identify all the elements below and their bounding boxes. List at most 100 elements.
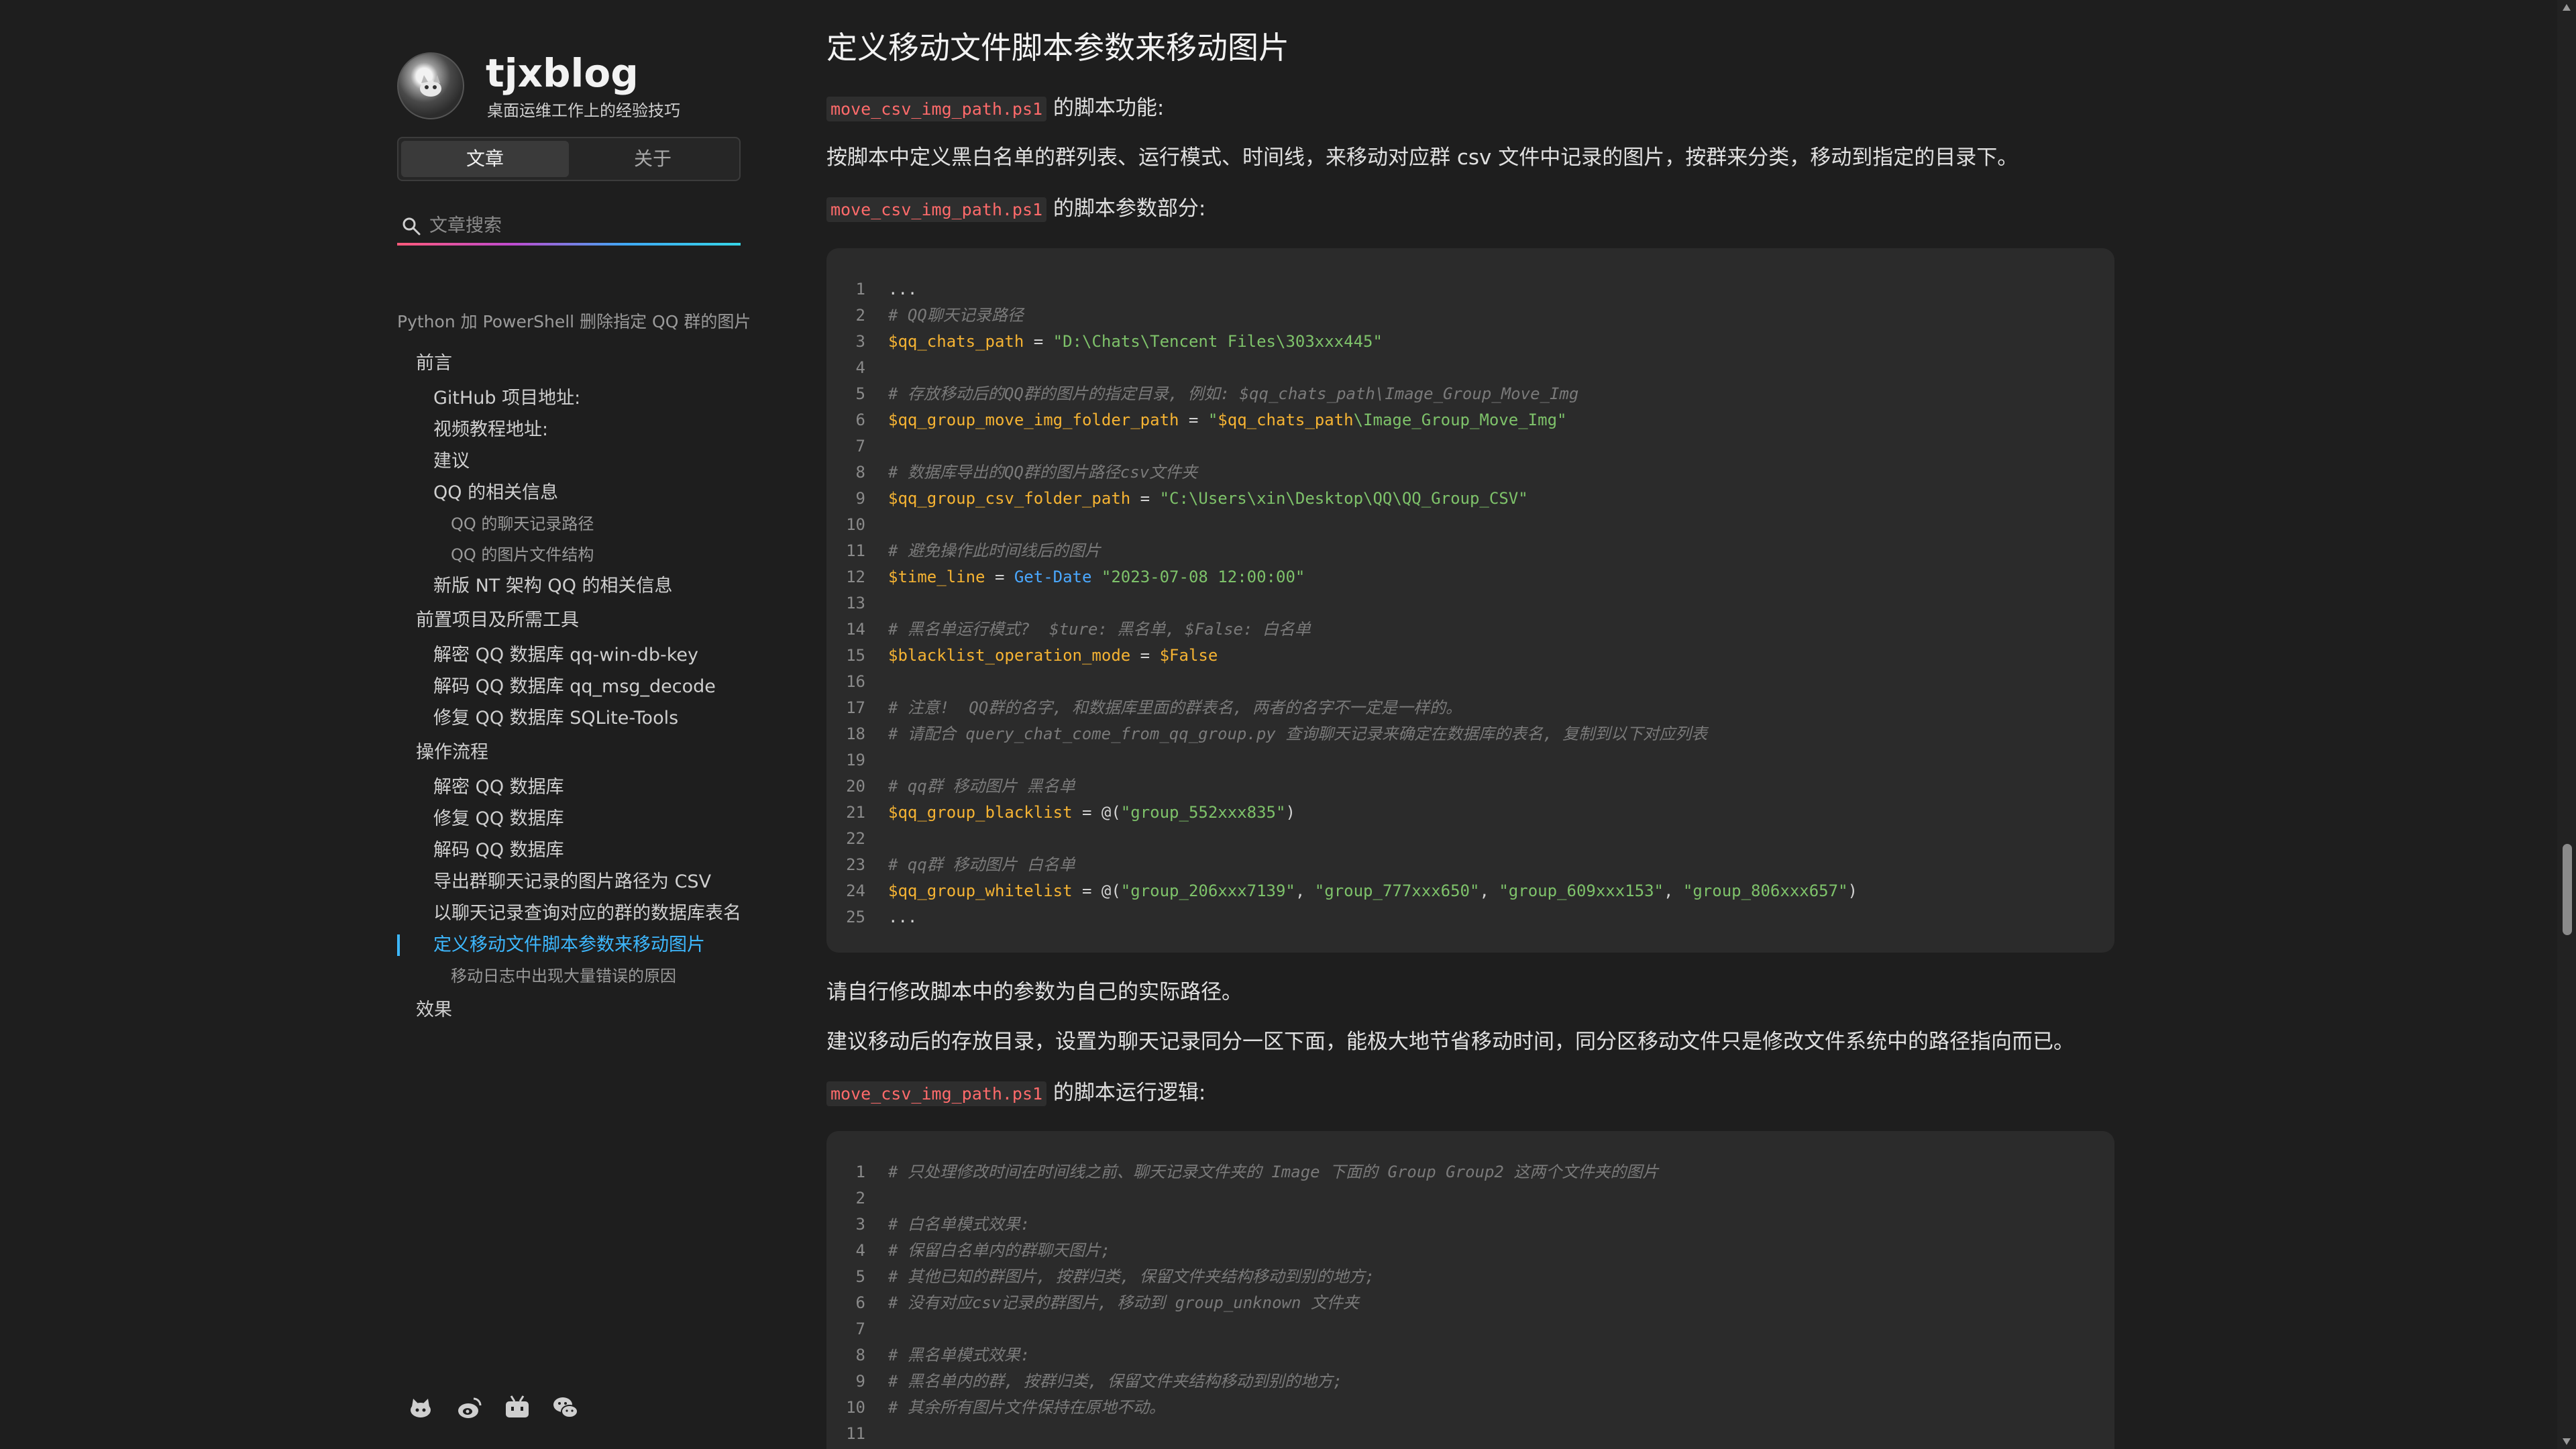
- toc-item[interactable]: 视频教程地址:: [397, 414, 753, 445]
- search-input[interactable]: [428, 208, 739, 243]
- toc-article-title[interactable]: Python 加 PowerShell 删除指定 QQ 群的图片: [397, 302, 753, 342]
- toc-item[interactable]: 移动日志中出现大量错误的原因: [397, 961, 753, 991]
- line-number: 2: [855, 306, 865, 325]
- toc-item[interactable]: 新版 NT 架构 QQ 的相关信息: [397, 570, 753, 602]
- code-text: # 其余所有图片文件保持在原地不动。: [888, 1398, 1165, 1417]
- toc-item[interactable]: GitHub 项目地址:: [397, 382, 753, 414]
- toc-item[interactable]: 导出群聊天记录的图片路径为 CSV: [397, 866, 753, 898]
- line-number: 3: [855, 332, 865, 351]
- toc-item[interactable]: 解码 QQ 数据库 qq_msg_decode: [397, 671, 753, 702]
- cat-avatar-icon: [420, 75, 441, 97]
- code-line: 17 # 注意! QQ群的名字, 和数据库里面的群表名, 两者的名字不一定是一样的…: [826, 695, 2114, 721]
- line-number: 8: [855, 463, 865, 482]
- toc-item[interactable]: 修复 QQ 数据库 SQLite-Tools: [397, 702, 753, 734]
- code-line: 7: [826, 433, 2114, 460]
- tab-about[interactable]: 关于: [569, 141, 737, 177]
- code-text: # 保留白名单内的群聊天图片;: [888, 1241, 1111, 1260]
- line-number: 19: [846, 751, 865, 769]
- scroll-up-arrow-icon[interactable]: [2563, 4, 2571, 11]
- toc-item[interactable]: 解密 QQ 数据库: [397, 771, 753, 803]
- toc-item[interactable]: QQ 的相关信息: [397, 477, 753, 508]
- code-text: $qq_group_csv_folder_path = "C:\Users\xi…: [888, 489, 1528, 508]
- line-number: 10: [846, 515, 865, 534]
- line-number: 3: [855, 1215, 865, 1234]
- toc-item[interactable]: 前置项目及所需工具: [397, 602, 753, 639]
- toc-list: 前言 GitHub 项目地址: 视频教程地址: 建议 QQ 的相关信息 QQ 的聊天记录路…: [397, 345, 753, 1029]
- code-text: # 没有对应csv记录的群图片, 移动到 group_unknown 文件夹: [888, 1293, 1359, 1312]
- code-line: 8 # 数据库导出的QQ群的图片路径csv文件夹: [826, 460, 2114, 486]
- wechat-icon[interactable]: [550, 1392, 581, 1423]
- site-title[interactable]: tjxblog: [486, 50, 639, 97]
- code-text: $qq_chats_path = "D:\Chats\Tencent Files…: [888, 332, 1383, 351]
- code-text: # 其他已知的群图片, 按群归类, 保留文件夹结构移动到别的地方;: [888, 1267, 1375, 1286]
- code-line: 18 # 请配合 query_chat_come_from_qq_group.py…: [826, 721, 2114, 747]
- line-number: 9: [855, 489, 865, 508]
- search-underline: [397, 243, 741, 246]
- code-line: 9 # 黑名单内的群, 按群归类, 保留文件夹结构移动到别的地方;: [826, 1368, 2114, 1395]
- weibo-icon[interactable]: [453, 1392, 484, 1423]
- scrollbar-thumb[interactable]: [2563, 844, 2572, 935]
- code-line: 15 $blacklist_operation_mode = $False: [826, 643, 2114, 669]
- toc-item[interactable]: 以聊天记录查询对应的群的数据库表名: [397, 898, 753, 929]
- bilibili-icon[interactable]: [502, 1392, 533, 1423]
- line-number: 6: [855, 411, 865, 429]
- code-text: # 请配合 query_chat_come_from_qq_group.py 查…: [888, 724, 1708, 743]
- page-scrollbar[interactable]: [2557, 0, 2576, 1449]
- toc-item[interactable]: 修复 QQ 数据库: [397, 803, 753, 835]
- code-line: 4 # 保留白名单内的群聊天图片;: [826, 1238, 2114, 1264]
- paragraph-params: move_csv_img_path.ps1 的脚本参数部分:: [826, 192, 1205, 227]
- avatar[interactable]: [397, 52, 464, 119]
- code-line: 21 $qq_group_blacklist = @("group_552xxx8…: [826, 800, 2114, 826]
- code-line: 6 # 没有对应csv记录的群图片, 移动到 group_unknown 文件夹: [826, 1290, 2114, 1316]
- toc-item[interactable]: 建议: [397, 445, 753, 477]
- toc-item[interactable]: 效果: [397, 991, 753, 1029]
- line-number: 8: [855, 1346, 865, 1364]
- site-brand[interactable]: tjxblog 桌面运维工作上的经验技巧: [397, 47, 741, 121]
- code-line: 2: [826, 1185, 2114, 1212]
- toc-item[interactable]: QQ 的聊天记录路径: [397, 508, 753, 539]
- code-text: $qq_group_move_img_folder_path = "$qq_ch…: [888, 411, 1567, 429]
- search-box: [397, 208, 741, 246]
- code-line: 1 # 只处理修改时间在时间线之前、聊天记录文件夹的 Image 下面的 Grou…: [826, 1159, 2114, 1185]
- line-number: 1: [855, 1163, 865, 1181]
- code-line: 9 $qq_group_csv_folder_path = "C:\Users\x…: [826, 486, 2114, 512]
- social-links: [405, 1392, 620, 1432]
- code-text: # 数据库导出的QQ群的图片路径csv文件夹: [888, 463, 1198, 482]
- toc-item[interactable]: 操作流程: [397, 734, 753, 771]
- code-text: $qq_group_whitelist = @("group_206xxx713…: [888, 881, 1858, 900]
- paragraph-text: 的脚本参数部分:: [1046, 197, 1206, 221]
- line-number: 14: [846, 620, 865, 639]
- line-number: 4: [855, 1241, 865, 1260]
- code-text: # 黑名单内的群, 按群归类, 保留文件夹结构移动到别的地方;: [888, 1372, 1343, 1391]
- code-line: 20 # qq群 移动图片 黑名单: [826, 773, 2114, 800]
- paragraph-text: 的脚本运行逻辑:: [1046, 1081, 1206, 1105]
- code-block-logic[interactable]: 1 # 只处理修改时间在时间线之前、聊天记录文件夹的 Image 下面的 Grou…: [826, 1131, 2114, 1449]
- section-heading: 定义移动文件脚本参数来移动图片: [826, 30, 1289, 66]
- line-number: 2: [855, 1189, 865, 1208]
- code-text: # qq群 移动图片 黑名单: [888, 777, 1075, 796]
- toc-item[interactable]: 解密 QQ 数据库 qq-win-db-key: [397, 639, 753, 671]
- line-number: 23: [846, 855, 865, 874]
- code-line: 11: [826, 1421, 2114, 1447]
- github-icon[interactable]: [405, 1392, 436, 1423]
- toc-item[interactable]: 定义移动文件脚本参数来移动图片: [397, 929, 753, 961]
- code-line: 10 # 其余所有图片文件保持在原地不动。: [826, 1395, 2114, 1421]
- tab-articles[interactable]: 文章: [401, 141, 569, 177]
- code-text: # QQ聊天记录路径: [888, 306, 1024, 325]
- line-number: 9: [855, 1372, 865, 1391]
- code-text: ...: [888, 908, 918, 926]
- sidebar: tjxblog 桌面运维工作上的经验技巧 文章 关于 Python 加 Powe…: [397, 40, 751, 1436]
- code-text: # 避免操作此时间线后的图片: [888, 541, 1101, 560]
- code-block-params[interactable]: 1... 2 # QQ聊天记录路径 3 $qq_chats_path = "D:\Cha…: [826, 248, 2114, 953]
- paragraph-text: 的脚本功能:: [1046, 96, 1165, 120]
- sidebar-tabs: 文章 关于: [397, 137, 741, 181]
- toc-item[interactable]: 解码 QQ 数据库: [397, 835, 753, 866]
- line-number: 7: [855, 437, 865, 455]
- scroll-down-arrow-icon[interactable]: [2563, 1438, 2571, 1445]
- code-text: # 黑名单模式效果:: [888, 1346, 1030, 1364]
- line-number: 10: [846, 1398, 865, 1417]
- toc-item[interactable]: 前言: [397, 345, 753, 382]
- paragraph-suggestion: 建议移动后的存放目录，设置为聊天记录同分一区下面，能极大地节省移动时间，同分区移…: [826, 1030, 2074, 1054]
- code-line: 3 # 白名单模式效果:: [826, 1212, 2114, 1238]
- toc-item[interactable]: QQ 的图片文件结构: [397, 539, 753, 570]
